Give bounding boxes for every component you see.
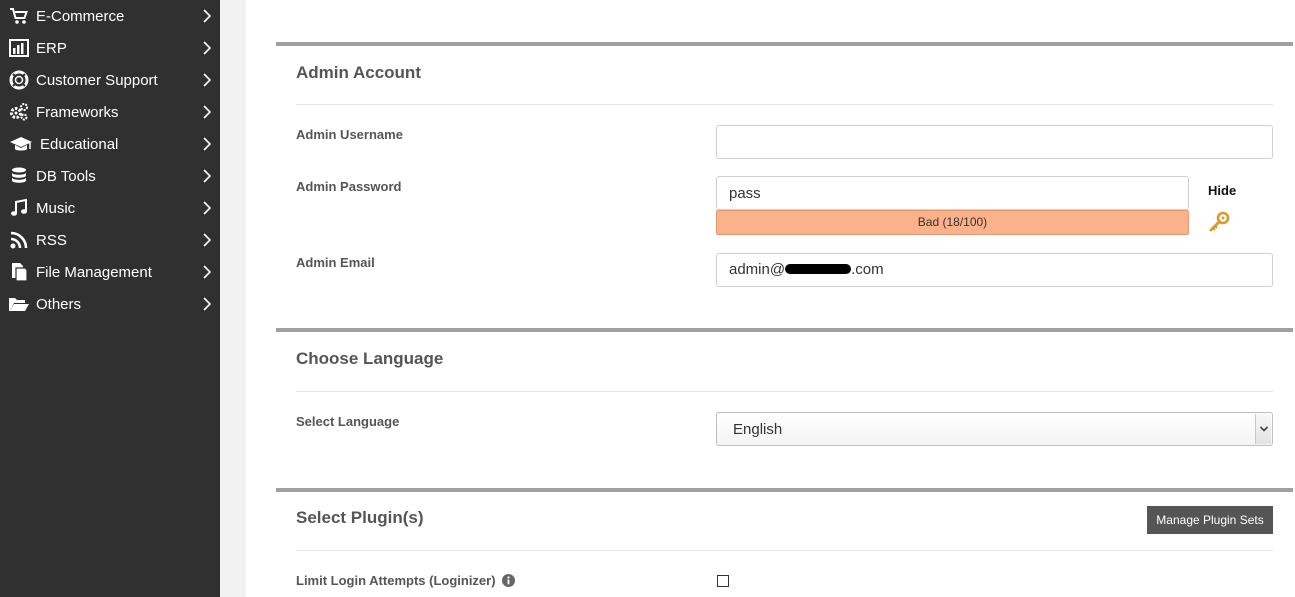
files-icon	[8, 262, 30, 282]
main-panel: Admin Account Admin Username Admin Passw…	[246, 0, 1295, 597]
hide-password-link[interactable]: Hide	[1208, 183, 1236, 198]
sidebar-item-others[interactable]: Others	[0, 288, 220, 320]
sidebar-item-ecommerce[interactable]: E-Commerce	[0, 0, 220, 32]
sidebar-item-file-management[interactable]: File Management	[0, 256, 220, 288]
sidebar-item-label: File Management	[36, 263, 152, 281]
info-icon[interactable]	[502, 574, 515, 587]
redaction-mark	[785, 264, 852, 275]
section-divider	[296, 104, 1273, 105]
chevron-right-icon	[203, 73, 212, 87]
limit-login-attempts-checkbox[interactable]	[717, 575, 729, 587]
chevron-right-icon	[203, 9, 212, 23]
section-title-admin-account: Admin Account	[296, 63, 421, 82]
key-icon[interactable]	[1208, 210, 1232, 234]
section-bar-plugins	[276, 488, 1293, 492]
sidebar-item-erp[interactable]: ERP	[0, 32, 220, 64]
chevron-right-icon	[203, 105, 212, 119]
sidebar-item-db-tools[interactable]: DB Tools	[0, 160, 220, 192]
email-suffix: .com	[851, 261, 884, 278]
limit-login-attempts-label: Limit Login Attempts (Loginizer)	[296, 573, 496, 588]
sidebar-item-label: Educational	[40, 135, 119, 153]
admin-username-label: Admin Username	[296, 127, 403, 142]
chevron-right-icon	[203, 137, 212, 151]
chevron-right-icon	[203, 169, 212, 183]
sidebar-item-label: RSS	[36, 231, 67, 249]
sidebar-item-label: Frameworks	[36, 103, 119, 121]
folder-open-icon	[8, 294, 30, 314]
section-divider	[296, 391, 1273, 392]
chevron-right-icon	[203, 233, 212, 247]
chevron-right-icon	[203, 41, 212, 55]
sidebar-item-label: Customer Support	[36, 71, 158, 89]
sidebar-item-frameworks[interactable]: Frameworks	[0, 96, 220, 128]
graduation-cap-icon	[8, 134, 34, 154]
music-note-icon	[8, 198, 30, 218]
password-strength-bar: Bad (18/100)	[716, 210, 1189, 235]
section-title-select-plugins: Select Plugin(s)	[296, 508, 424, 527]
sidebar-item-label: ERP	[36, 39, 67, 57]
section-title-choose-language: Choose Language	[296, 349, 444, 368]
manage-plugin-sets-button[interactable]: Manage Plugin Sets	[1147, 506, 1273, 534]
section-bar-language	[276, 328, 1293, 332]
email-prefix: admin@	[729, 261, 786, 278]
lifebuoy-icon	[8, 70, 30, 90]
language-select-value: English	[733, 421, 783, 438]
chevron-right-icon	[203, 201, 212, 215]
database-icon	[8, 166, 30, 186]
sidebar-item-rss[interactable]: RSS	[0, 224, 220, 256]
admin-email-label: Admin Email	[296, 255, 375, 270]
select-language-label: Select Language	[296, 414, 400, 429]
section-bar-admin	[276, 42, 1293, 46]
sidebar-item-educational[interactable]: Educational	[0, 128, 220, 160]
admin-password-label: Admin Password	[296, 179, 402, 194]
sidebar-item-label: E-Commerce	[36, 7, 125, 25]
gears-icon	[8, 102, 30, 122]
section-divider	[296, 550, 1273, 551]
admin-username-input[interactable]	[716, 125, 1273, 159]
rss-icon	[8, 230, 30, 250]
sidebar-item-customer-support[interactable]: Customer Support	[0, 64, 220, 96]
sidebar: E-Commerce ERP Customer Support Framewor…	[0, 0, 220, 597]
sidebar-gutter	[220, 0, 246, 597]
sidebar-item-label: Music	[36, 199, 76, 217]
sidebar-item-music[interactable]: Music	[0, 192, 220, 224]
chevron-right-icon	[203, 265, 212, 279]
admin-password-input[interactable]	[716, 176, 1189, 210]
sidebar-item-label: DB Tools	[36, 167, 96, 185]
sidebar-item-label: Others	[36, 295, 82, 313]
language-select[interactable]: English	[716, 412, 1273, 446]
chevron-right-icon	[203, 297, 212, 311]
admin-email-value: admin@ .com	[729, 261, 884, 278]
cart-icon	[8, 6, 30, 26]
chevron-down-icon[interactable]	[1255, 414, 1271, 444]
bar-chart-icon	[8, 38, 30, 58]
